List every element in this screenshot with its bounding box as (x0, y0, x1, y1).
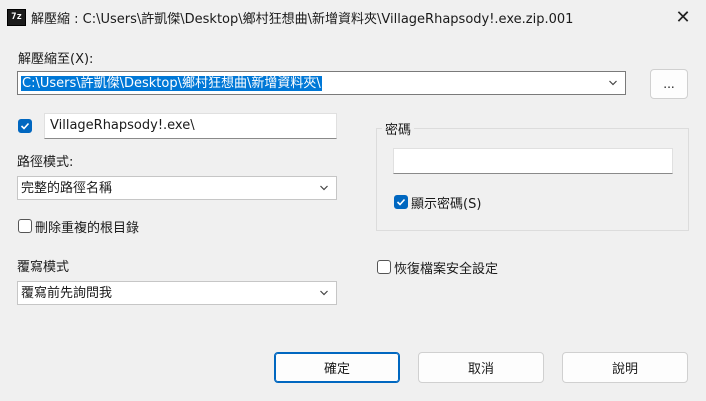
restore-security-checkbox[interactable] (377, 260, 391, 274)
overwrite-mode-label: 覆寫模式 (17, 260, 70, 275)
window-title: 解壓縮 : C:\Users\許凱傑\Desktop\鄉村狂想曲\新增資料夾\V… (31, 12, 574, 27)
ok-button[interactable]: 確定 (274, 352, 400, 383)
7zip-app-icon: 7z (7, 9, 26, 26)
chevron-down-icon[interactable] (609, 79, 617, 87)
remove-duplicate-root-checkbox[interactable] (18, 219, 32, 233)
show-password-checkbox[interactable] (394, 195, 408, 209)
path-mode-value: 完整的路徑名稱 (21, 181, 113, 196)
overwrite-mode-value: 覆寫前先詢問我 (21, 286, 113, 301)
title-bar: 7z 解壓縮 : C:\Users\許凱傑\Desktop\鄉村狂想曲\新增資料… (0, 0, 706, 34)
path-mode-select[interactable]: 完整的路徑名稱 (17, 176, 337, 200)
browse-button[interactable]: ... (650, 69, 688, 99)
extract-to-combobox[interactable]: C:\Users\許凱傑\Desktop\鄉村狂想曲\新增資料夾\ (17, 71, 626, 95)
subfolder-checkbox[interactable] (18, 119, 32, 133)
chevron-down-icon (320, 185, 328, 191)
help-button[interactable]: 說明 (562, 352, 688, 383)
cancel-button[interactable]: 取消 (418, 352, 544, 383)
password-groupbox (376, 128, 689, 231)
close-button[interactable]: ✕ (660, 0, 706, 34)
subfolder-name-field[interactable]: VillageRhapsody!.exe\ (44, 113, 337, 139)
path-mode-label: 路徑模式: (17, 155, 74, 170)
extract-to-label: 解壓縮至(X): (18, 52, 94, 67)
checkmark-icon (20, 122, 30, 130)
overwrite-mode-select[interactable]: 覆寫前先詢問我 (17, 281, 337, 305)
show-password-label[interactable]: 顯示密碼(S) (411, 193, 481, 212)
chevron-down-icon (320, 290, 328, 296)
remove-duplicate-root-label[interactable]: 刪除重複的根目錄 (35, 217, 139, 236)
checkmark-icon (396, 198, 406, 206)
close-icon: ✕ (675, 6, 691, 28)
password-input[interactable] (393, 148, 673, 174)
subfolder-name-value: VillageRhapsody!.exe\ (50, 118, 195, 133)
restore-security-label[interactable]: 恢復檔案安全設定 (394, 258, 498, 277)
password-group-label: 密碼 (382, 119, 415, 138)
extract-to-path-value[interactable]: C:\Users\許凱傑\Desktop\鄉村狂想曲\新增資料夾\ (21, 76, 322, 91)
